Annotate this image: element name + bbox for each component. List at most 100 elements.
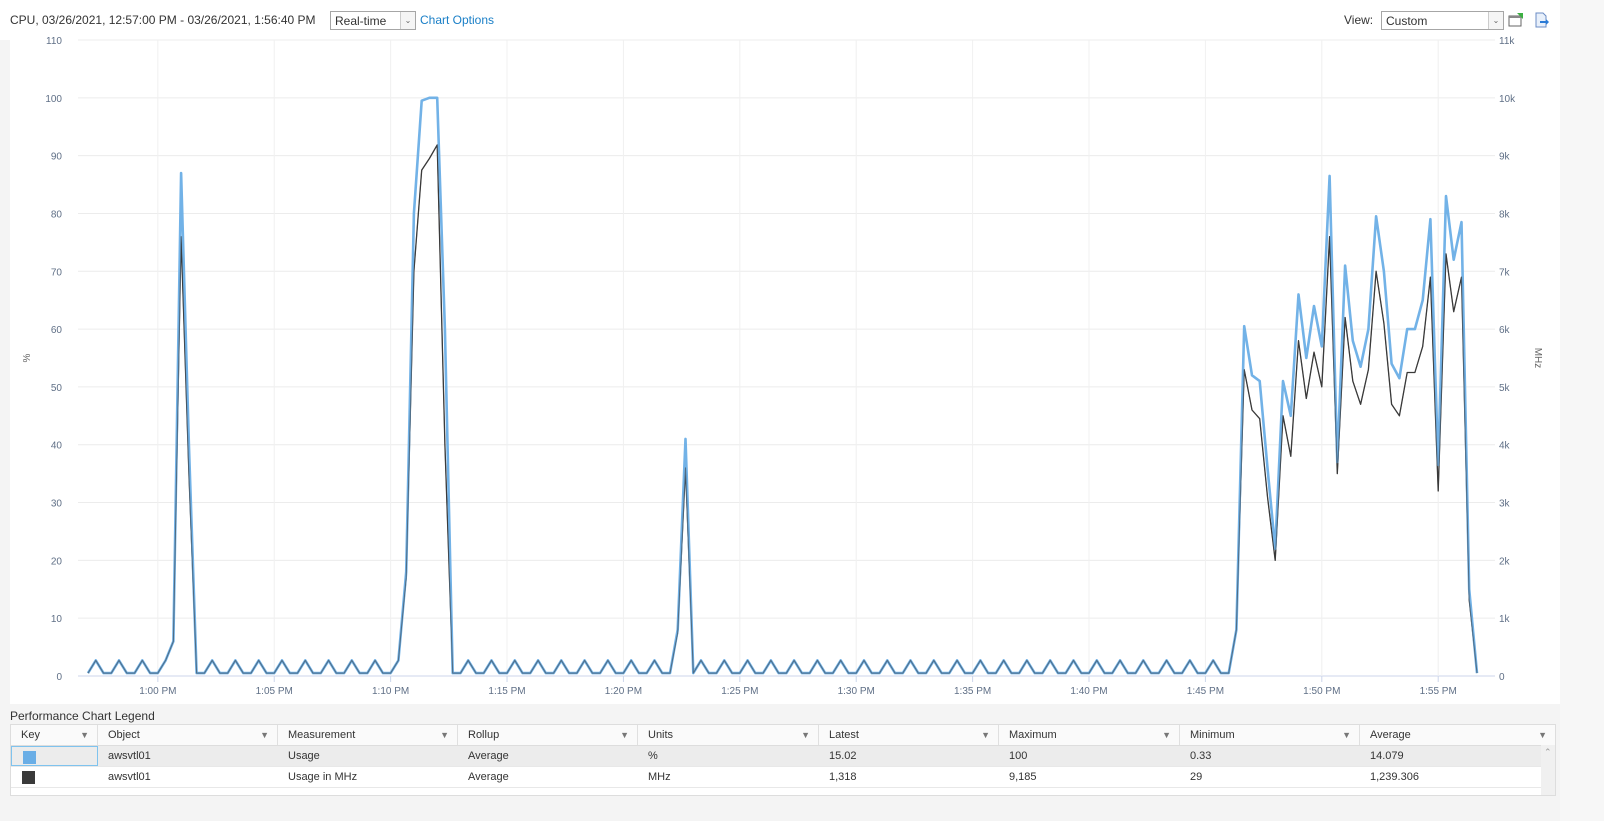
x-tick-label: 1:05 PM bbox=[256, 686, 293, 697]
column-header-measurement[interactable]: Measurement ▼ bbox=[278, 725, 458, 745]
y-tick-label: 30 bbox=[51, 499, 63, 510]
column-label: Minimum bbox=[1190, 729, 1235, 741]
legend-title: Performance Chart Legend bbox=[10, 709, 155, 723]
column-header-maximum[interactable]: Maximum ▼ bbox=[999, 725, 1180, 745]
y2-tick-label: 2k bbox=[1499, 556, 1511, 567]
column-label: Measurement bbox=[288, 729, 356, 741]
y2-tick-label: 11k bbox=[1499, 36, 1515, 47]
y2-tick-label: 3k bbox=[1499, 499, 1511, 510]
period-select[interactable]: Real-time ⌄ bbox=[330, 11, 416, 30]
y2-tick-label: 7k bbox=[1499, 267, 1511, 278]
column-label: Latest bbox=[829, 729, 859, 741]
column-label: Key bbox=[21, 729, 40, 741]
chart-title: CPU, 03/26/2021, 12:57:00 PM - 03/26/202… bbox=[10, 13, 316, 27]
export-icon[interactable] bbox=[1534, 12, 1550, 28]
y-tick-label: 0 bbox=[56, 672, 62, 683]
column-header-minimum[interactable]: Minimum ▼ bbox=[1180, 725, 1360, 745]
filter-icon[interactable]: ▼ bbox=[260, 725, 269, 745]
x-tick-label: 1:00 PM bbox=[139, 686, 176, 697]
y-tick-label: 100 bbox=[45, 94, 62, 105]
column-header-latest[interactable]: Latest ▼ bbox=[819, 725, 999, 745]
measurement-cell: Usage in MHz bbox=[288, 771, 358, 783]
column-header-average[interactable]: Average ▼ bbox=[1360, 725, 1555, 745]
view-select[interactable]: Custom ⌄ bbox=[1381, 11, 1504, 30]
chevron-down-icon: ⌄ bbox=[1488, 12, 1503, 29]
filter-icon[interactable]: ▼ bbox=[1162, 725, 1171, 745]
x-tick-label: 1:55 PM bbox=[1420, 686, 1457, 697]
y2-tick-label: 5k bbox=[1499, 383, 1511, 394]
column-label: Average bbox=[1370, 729, 1411, 741]
rollup-cell: Average bbox=[468, 750, 509, 762]
y2-tick-label: 1k bbox=[1499, 614, 1511, 625]
filter-icon[interactable]: ▼ bbox=[1538, 725, 1547, 745]
series-line-usage-percent bbox=[86, 96, 1479, 675]
series-color-swatch bbox=[23, 751, 36, 764]
y2-tick-label: 0 bbox=[1499, 672, 1505, 683]
view-label: View: bbox=[1344, 13, 1374, 27]
object-cell: awsvtl01 bbox=[108, 771, 151, 783]
average-cell: 1,239.306 bbox=[1370, 771, 1419, 783]
x-tick-label: 1:45 PM bbox=[1187, 686, 1224, 697]
column-header-key[interactable]: Key ▼ bbox=[11, 725, 98, 745]
units-cell: MHz bbox=[648, 771, 671, 783]
y-tick-label: 50 bbox=[51, 383, 63, 394]
maximum-cell: 9,185 bbox=[1009, 771, 1037, 783]
y-tick-label: 40 bbox=[51, 441, 63, 452]
y-tick-label: 60 bbox=[51, 325, 63, 336]
x-tick-label: 1:50 PM bbox=[1303, 686, 1340, 697]
chart-options-link[interactable]: Chart Options bbox=[420, 13, 494, 27]
y-tick-label: 10 bbox=[51, 614, 63, 625]
view-select-value: Custom bbox=[1386, 14, 1428, 28]
column-label: Units bbox=[648, 729, 674, 741]
column-header-units[interactable]: Units ▼ bbox=[638, 725, 819, 745]
legend-header: Key ▼ Object ▼ Measurement ▼ Rollup ▼ Units ▼… bbox=[11, 725, 1555, 746]
chart-area: 0 0 10 1k 20 2k 30 3k 40 4k 50 5k 60 6k 70 7k 80 8k 90 9k 10… bbox=[10, 34, 1560, 704]
legend-row[interactable]: awsvtl01 Usage in MHz Average MHz 1,318 … bbox=[11, 767, 1541, 788]
y-tick-label: 110 bbox=[46, 36, 62, 47]
units-cell: % bbox=[648, 750, 658, 762]
x-tick-label: 1:35 PM bbox=[954, 686, 991, 697]
series-line-usage-mhz bbox=[87, 144, 1478, 674]
minimum-cell: 29 bbox=[1190, 771, 1203, 783]
y2-tick-label: 9k bbox=[1499, 152, 1511, 163]
filter-icon[interactable]: ▼ bbox=[620, 725, 629, 745]
filter-icon[interactable]: ▼ bbox=[440, 725, 449, 745]
x-tick-label: 1:20 PM bbox=[605, 686, 642, 697]
y-tick-label: 80 bbox=[51, 209, 63, 220]
column-header-object[interactable]: Object ▼ bbox=[98, 725, 278, 745]
legend-row[interactable]: awsvtl01 Usage Average % 15.02 100 0.33 … bbox=[11, 746, 1541, 767]
filter-icon[interactable]: ▼ bbox=[801, 725, 810, 745]
column-label: Object bbox=[108, 729, 140, 741]
rollup-cell: Average bbox=[468, 771, 509, 783]
column-header-rollup[interactable]: Rollup ▼ bbox=[458, 725, 638, 745]
chevron-up-icon[interactable]: ⌃ bbox=[1544, 747, 1552, 758]
x-tick-label: 1:30 PM bbox=[838, 686, 875, 697]
filter-icon[interactable]: ▼ bbox=[981, 725, 990, 745]
minimum-cell: 0.33 bbox=[1190, 750, 1212, 762]
maximum-cell: 100 bbox=[1009, 750, 1028, 762]
series-color-swatch bbox=[22, 771, 35, 784]
performance-chart: 0 0 10 1k 20 2k 30 3k 40 4k 50 5k 60 6k 70 7k 80 8k 90 9k 10… bbox=[22, 36, 1543, 697]
x-tick-label: 1:10 PM bbox=[372, 686, 409, 697]
y2-tick-label: 4k bbox=[1499, 441, 1511, 452]
new-window-icon[interactable] bbox=[1508, 12, 1524, 28]
key-cell[interactable] bbox=[11, 746, 98, 766]
y2-axis-title: MHz bbox=[1532, 348, 1543, 369]
period-select-value: Real-time bbox=[335, 14, 387, 28]
filter-icon[interactable]: ▼ bbox=[1342, 725, 1351, 745]
average-cell: 14.079 bbox=[1370, 750, 1404, 762]
filter-icon[interactable]: ▼ bbox=[80, 725, 89, 745]
column-label: Rollup bbox=[468, 729, 500, 741]
object-cell: awsvtl01 bbox=[108, 750, 151, 762]
latest-cell: 15.02 bbox=[829, 750, 857, 762]
y-tick-label: 70 bbox=[51, 267, 63, 278]
series-line-usage-mhz-overlay bbox=[87, 144, 1478, 674]
y-axis-title: % bbox=[22, 353, 33, 362]
x-tick-label: 1:25 PM bbox=[721, 686, 758, 697]
y2-tick-label: 6k bbox=[1499, 325, 1511, 336]
key-cell[interactable] bbox=[11, 767, 98, 787]
legend-scrollbar[interactable]: ⌃ bbox=[1541, 745, 1555, 795]
chevron-down-icon: ⌄ bbox=[400, 12, 415, 29]
x-tick-label: 1:40 PM bbox=[1070, 686, 1107, 697]
x-tick-label: 1:15 PM bbox=[488, 686, 525, 697]
